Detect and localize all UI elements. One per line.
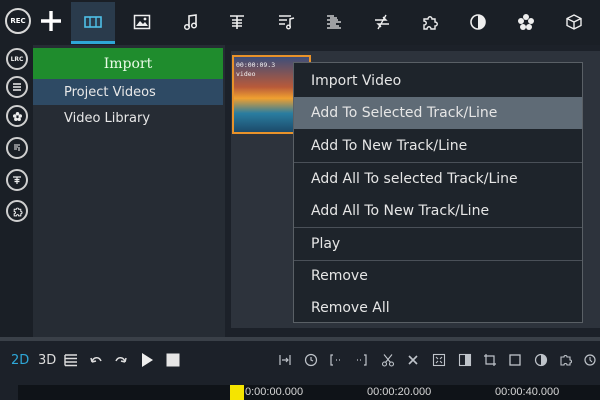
transition-icon <box>375 14 389 30</box>
menu-item-remove[interactable]: Remove <box>294 260 582 292</box>
flower-circle-icon[interactable] <box>6 105 28 127</box>
track-list-button[interactable] <box>63 350 79 370</box>
text-tab[interactable] <box>215 2 259 42</box>
mode-2d-button[interactable]: 2D <box>11 350 29 370</box>
transition-button[interactable] <box>558 352 574 368</box>
nav-item-label: Video Library <box>64 110 151 126</box>
clock-icon <box>304 353 318 367</box>
transition-tab[interactable] <box>360 2 404 42</box>
menu-item-add-to-new-track[interactable]: Add To New Track/Line <box>294 130 582 162</box>
add-button[interactable] <box>38 7 64 35</box>
mode-3d-button[interactable]: 3D <box>38 350 56 370</box>
crop-button[interactable] <box>482 352 498 368</box>
crop-icon <box>484 354 496 366</box>
puzzle-circle-icon[interactable] <box>6 200 28 222</box>
more-icon <box>584 354 596 366</box>
redo-icon <box>115 357 127 363</box>
top-toolbar: REC <box>0 0 600 45</box>
frame-icon <box>509 354 521 366</box>
image-icon <box>133 14 151 30</box>
music-list-icon <box>279 15 295 30</box>
split-button[interactable] <box>380 352 396 368</box>
plus-icon <box>41 11 61 31</box>
nav-item-video-library[interactable]: Video Library <box>33 105 223 131</box>
mask-button[interactable] <box>457 352 473 368</box>
play-icon <box>142 353 153 367</box>
list-icon <box>327 15 341 29</box>
import-button[interactable]: Import <box>33 48 223 79</box>
left-rail: LRC <box>0 45 33 337</box>
music-list-tab[interactable] <box>264 2 308 42</box>
more-button[interactable] <box>582 352 598 368</box>
list-lines-icon <box>13 83 21 91</box>
playhead[interactable] <box>230 385 244 400</box>
redo-button[interactable] <box>113 350 129 370</box>
music-note-icon <box>183 14 198 31</box>
fit-button[interactable] <box>431 352 447 368</box>
bracket-left-icon <box>330 354 340 366</box>
context-menu: Import Video Add To Selected Track/Line … <box>293 62 583 323</box>
play-button[interactable] <box>139 350 155 370</box>
menu-item-play[interactable]: Play <box>294 228 582 260</box>
thumbnail-label: video <box>236 70 256 78</box>
puzzle-icon <box>423 16 438 30</box>
delete-button[interactable] <box>405 352 421 368</box>
image-tab[interactable] <box>120 2 164 42</box>
menu-item-add-all-to-selected-track[interactable]: Add All To selected Track/Line <box>294 163 582 195</box>
thumbnail-duration: 00:00:09.3 <box>236 61 276 69</box>
rec-button[interactable]: REC <box>5 8 31 34</box>
ruler-label: 00:00:20.000 <box>367 386 432 398</box>
menu-item-remove-all[interactable]: Remove All <box>294 292 582 324</box>
puzzle-icon <box>560 354 573 366</box>
3d-tab[interactable] <box>552 2 596 42</box>
color-button[interactable] <box>533 352 549 368</box>
audio-tab[interactable] <box>169 2 213 42</box>
effect-tab[interactable] <box>504 2 548 42</box>
ruler-label: 0:00:00.000 <box>245 386 304 398</box>
list-tab[interactable] <box>312 2 356 42</box>
cube-icon <box>566 14 582 30</box>
flower-icon <box>518 14 534 30</box>
media-panel: Import Project Videos Video Library <box>33 45 225 337</box>
mask-icon <box>458 353 472 367</box>
video-panel-icon <box>84 16 102 28</box>
ruler-label: 00:00:40.000 <box>495 386 560 398</box>
lrc-icon[interactable]: LRC <box>6 48 28 70</box>
stop-button[interactable] <box>165 350 181 370</box>
stop-icon <box>166 353 180 367</box>
video-panel-tab[interactable] <box>71 2 115 44</box>
nav-item-project-videos[interactable]: Project Videos <box>33 79 223 105</box>
rec-label: REC <box>10 17 26 25</box>
menu-item-add-all-to-new-track[interactable]: Add All To New Track/Line <box>294 195 582 227</box>
menu-circle-icon[interactable] <box>6 76 28 98</box>
filter-tab[interactable] <box>456 2 500 42</box>
nav-item-label: Project Videos <box>64 84 156 100</box>
frame-button[interactable] <box>507 352 523 368</box>
puzzle-small-icon <box>13 207 23 216</box>
duration-button[interactable] <box>303 352 319 368</box>
text-circle-icon[interactable] <box>6 169 28 191</box>
flower-small-icon <box>12 111 22 121</box>
undo-button[interactable] <box>88 350 104 370</box>
split-right-button[interactable] <box>353 352 369 368</box>
trim-icon <box>279 355 291 365</box>
fit-icon <box>432 353 446 367</box>
music-circle-icon[interactable] <box>6 137 28 159</box>
bracket-right-icon <box>357 354 367 366</box>
puzzle-tab[interactable] <box>408 2 452 42</box>
contrast-icon <box>534 353 548 367</box>
lrc-label: LRC <box>10 55 24 63</box>
split-left-button[interactable] <box>328 352 344 368</box>
text-small-icon <box>13 176 21 184</box>
scissors-icon <box>381 354 395 367</box>
menu-item-add-to-selected-track[interactable]: Add To Selected Track/Line <box>294 97 582 129</box>
undo-icon <box>90 357 102 363</box>
contrast-icon <box>470 14 486 30</box>
menu-item-import-video[interactable]: Import Video <box>294 65 582 97</box>
list-icon <box>64 354 77 367</box>
text-icon <box>230 15 244 29</box>
music-small-icon <box>14 144 20 151</box>
close-icon <box>408 355 418 365</box>
trim-button[interactable] <box>277 352 293 368</box>
